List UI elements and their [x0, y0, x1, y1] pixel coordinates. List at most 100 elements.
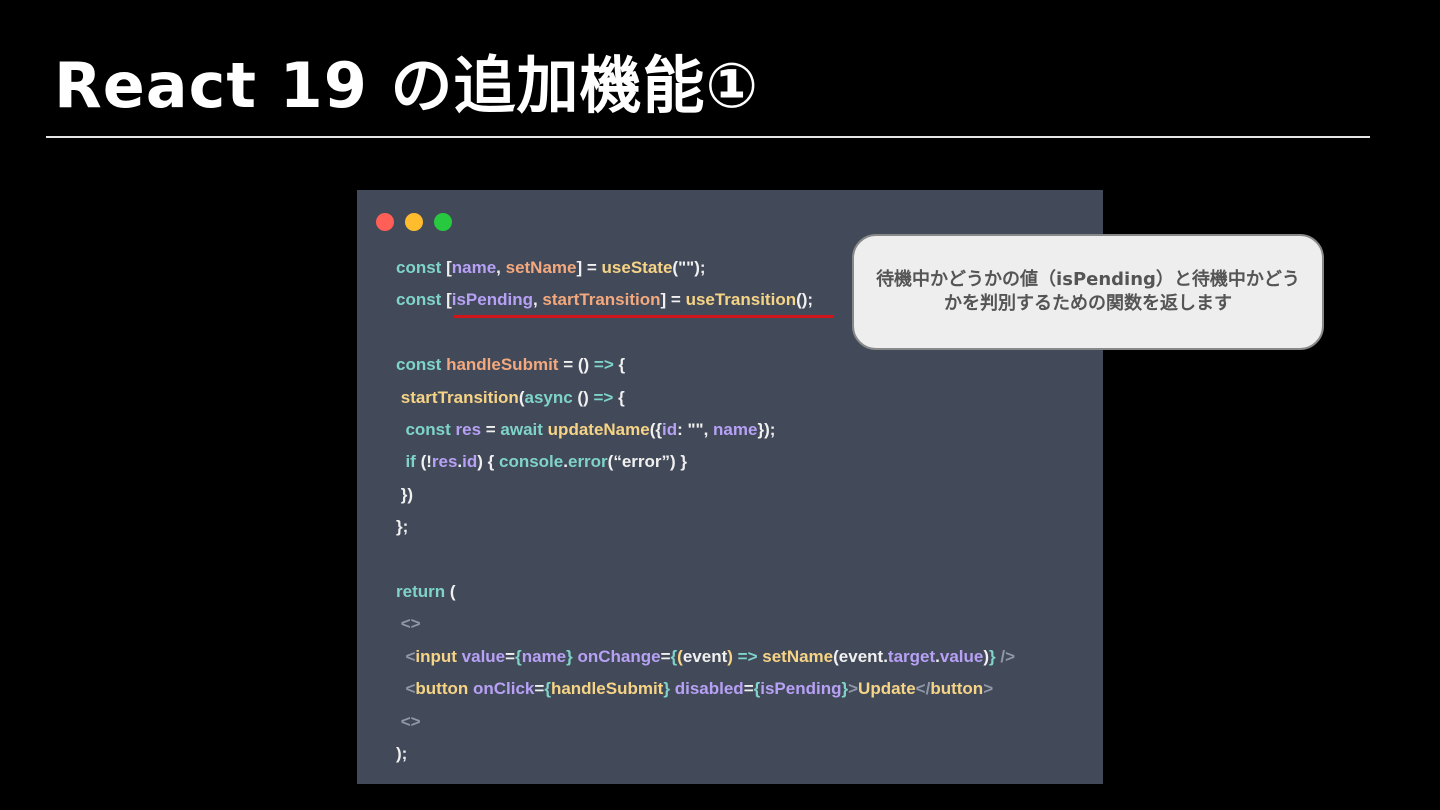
code-token: id [661, 420, 678, 439]
code-token: target [887, 646, 936, 666]
code-token: }; [396, 517, 409, 537]
code-line: startTransition(async () => { [396, 385, 625, 411]
code-token: const [396, 355, 447, 375]
code-line: }) [396, 482, 413, 508]
code-token: res [431, 452, 458, 472]
code-line: <input value={name} onChange={(event) =>… [396, 644, 1015, 670]
slide-title: React 19 の追加機能① [54, 49, 759, 122]
code-token: ] = [660, 290, 686, 310]
code-token: (event. [833, 646, 888, 666]
code-token: < [405, 679, 416, 699]
close-dot-icon [376, 213, 394, 231]
code-token: > [983, 679, 994, 699]
code-token: }); [757, 420, 776, 439]
code-token: handleSubmit [550, 679, 664, 699]
code-line: return ( [396, 579, 456, 605]
code-token: useTransition [685, 290, 797, 310]
code-token: button [415, 679, 473, 699]
code-token: console [499, 452, 564, 472]
code-line: <> [396, 611, 421, 637]
code-line: const handleSubmit = () => { [396, 352, 625, 378]
code-token: onChange [577, 646, 661, 666]
code-token: : "", [677, 420, 714, 439]
code-token: = [481, 420, 501, 439]
code-token: ); [396, 744, 408, 763]
code-token: Update [858, 679, 916, 699]
title-divider [46, 136, 1370, 138]
code-line: <> [396, 709, 421, 735]
code-token: } [663, 679, 670, 699]
code-token: ] = [576, 258, 602, 277]
code-token: => [593, 355, 614, 375]
code-token: await [500, 420, 548, 439]
code-token: const [396, 258, 447, 277]
code-token: , [532, 290, 543, 310]
code-token: , [496, 258, 506, 277]
code-token: } [566, 646, 573, 666]
code-line: <button onClick={handleSubmit} disabled=… [396, 676, 993, 702]
code-token: name [521, 646, 567, 666]
code-line: const res = await updateName({id: "", na… [396, 417, 775, 443]
code-token: (""); [672, 258, 706, 277]
code-token: const [396, 290, 447, 310]
code-token: => [593, 387, 614, 407]
code-token: if [405, 452, 416, 472]
minimize-dot-icon [405, 213, 423, 231]
code-token: ( [445, 582, 456, 601]
code-token: <> [400, 614, 421, 634]
code-token: error [567, 452, 608, 472]
code-token: isPending [451, 290, 533, 310]
code-token: disabled [674, 679, 744, 699]
code-token: <> [400, 711, 421, 731]
code-token: (“error”) } [607, 452, 688, 472]
code-line: }; [396, 514, 408, 540]
callout-text: 待機中かどうかの値（isPending）と待機中かどうかを判別するための関数を返… [876, 269, 1300, 314]
code-token: res [455, 420, 482, 439]
code-token: { [613, 355, 626, 375]
code-token: onClick [472, 679, 535, 699]
code-token: /> [1000, 646, 1016, 666]
code-token: ({ [649, 420, 662, 439]
code-token: => [737, 646, 758, 666]
callout-bubble: 待機中かどうかの値（isPending）と待機中かどうかを判別するための関数を返… [852, 234, 1324, 350]
code-token: input [415, 646, 462, 666]
code-line: const [name, setName] = useState(""); [396, 255, 706, 281]
code-token: { [515, 646, 522, 666]
code-token: { [544, 679, 551, 699]
code-token: useState [601, 258, 673, 277]
code-token: = [743, 679, 754, 699]
code-line: ); [396, 741, 407, 767]
code-token: name [451, 258, 497, 277]
code-token: } [989, 646, 996, 666]
code-token: </ [915, 679, 931, 699]
code-token: startTransition [400, 387, 519, 407]
code-token: = [660, 646, 671, 666]
code-token: ) { [477, 452, 499, 472]
code-token: }) [396, 484, 413, 504]
code-token: startTransition [542, 290, 661, 310]
code-token: updateName [547, 420, 650, 439]
code-token: return [396, 582, 446, 601]
code-token: () [572, 387, 594, 407]
code-token: < [405, 646, 416, 666]
code-token: button [930, 679, 984, 699]
code-token: const [405, 420, 456, 439]
code-token: isPending [760, 679, 842, 699]
code-token: = () [558, 355, 594, 375]
code-token: setName [762, 646, 834, 666]
maximize-dot-icon [434, 213, 452, 231]
code-token: (); [796, 290, 814, 310]
highlight-underline [454, 315, 834, 318]
code-token: = [505, 646, 516, 666]
code-token: value [461, 646, 506, 666]
code-token: name [713, 420, 758, 439]
code-token: value [939, 646, 984, 666]
code-token: event [682, 646, 728, 666]
code-token: async [524, 387, 573, 407]
code-token: > [848, 679, 859, 699]
code-token: (! [415, 452, 432, 472]
code-token: { [613, 387, 625, 407]
code-token: = [534, 679, 545, 699]
code-line: const [isPending, startTransition] = use… [396, 287, 813, 313]
code-line: if (!res.id) { console.error(“error”) } [396, 449, 687, 475]
